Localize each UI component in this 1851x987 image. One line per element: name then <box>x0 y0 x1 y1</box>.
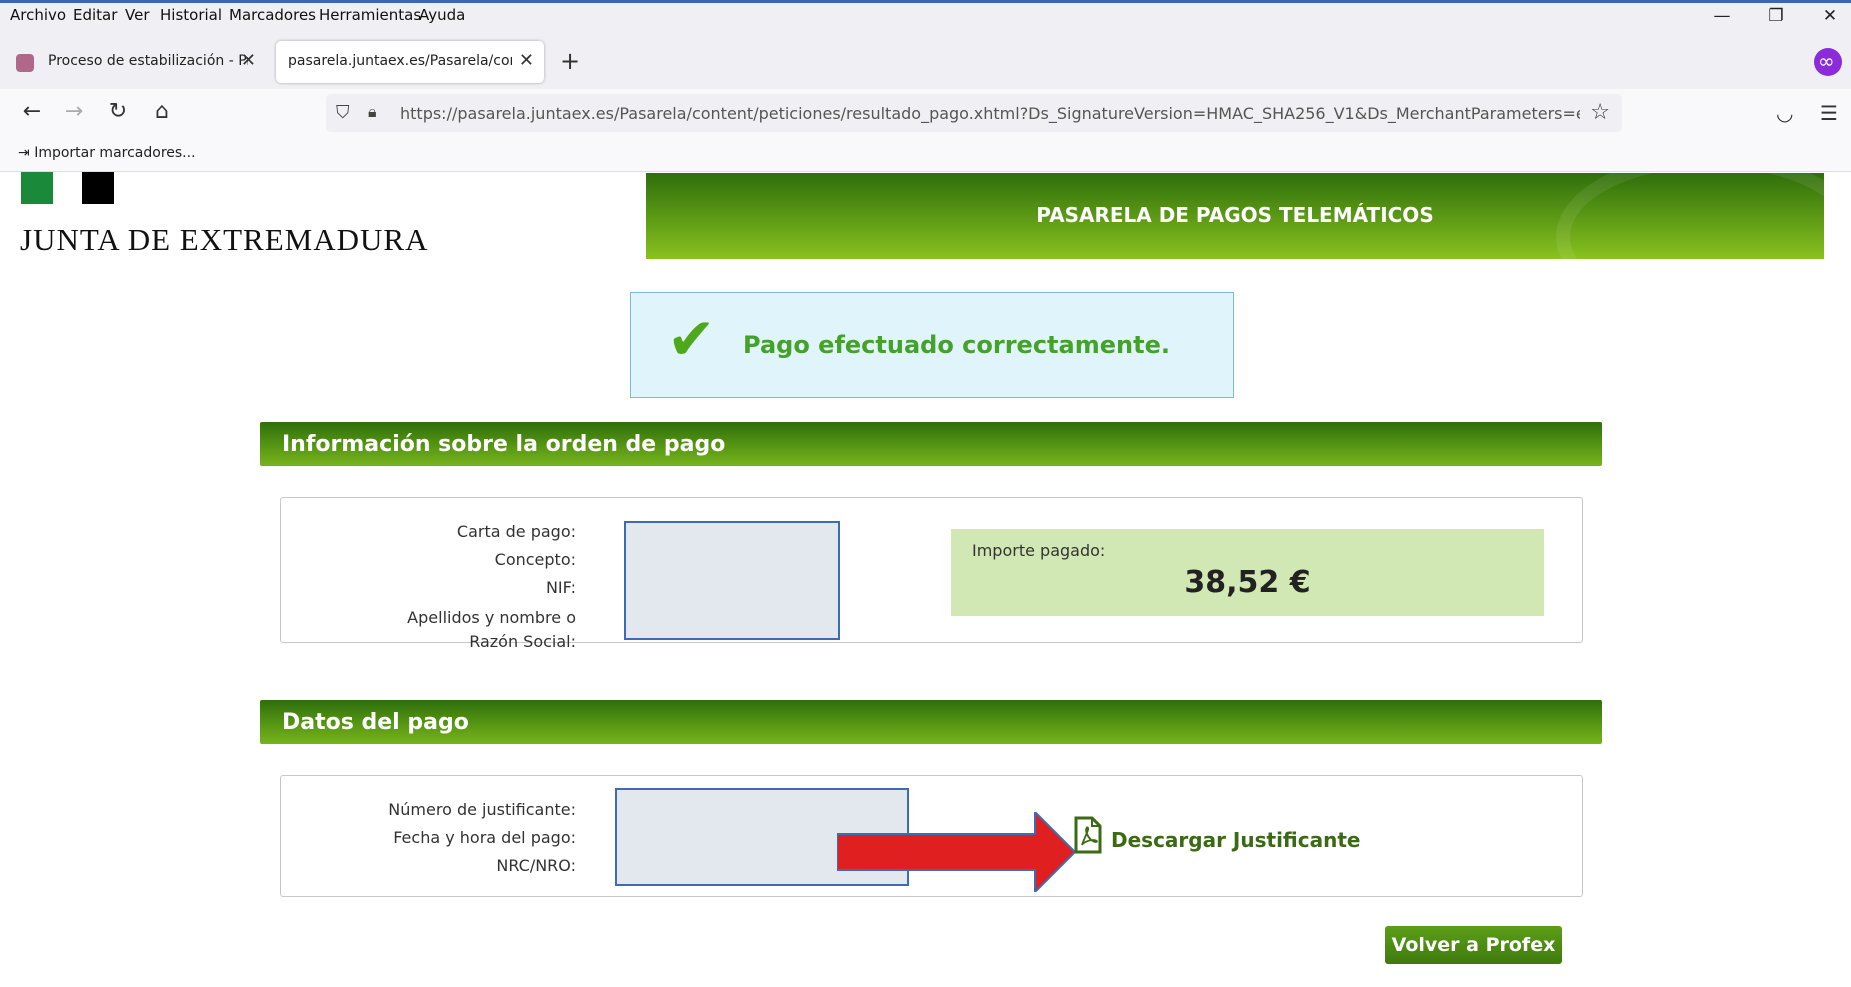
order-section-header: Información sobre la orden de pago <box>260 422 1602 466</box>
menu-ver[interactable]: Ver <box>125 6 150 24</box>
page-content: JUNTA DE EXTREMADURA PASARELA DE PAGOS T… <box>0 172 1851 987</box>
payment-section-header: Datos del pago <box>260 700 1602 744</box>
bookmarks-bar: ⇥ Importar marcadores... <box>0 137 1851 172</box>
tab-pasarela[interactable]: pasarela.juntaex.es/Pasarela/conten ✕ <box>276 41 544 83</box>
bookmark-star-icon[interactable]: ☆ <box>1590 100 1610 125</box>
banner-title: PASARELA DE PAGOS TELEMÁTICOS <box>1036 203 1434 227</box>
checkmark-icon: ✔ <box>667 305 716 373</box>
menu-marcadores[interactable]: Marcadores <box>229 6 316 24</box>
forward-arrow-icon[interactable]: → <box>58 99 90 124</box>
success-message-box: ✔ Pago efectuado correctamente. <box>630 292 1234 398</box>
concepto-label: Concepto: <box>494 550 576 569</box>
redacted-order-data <box>624 521 840 640</box>
menu-herramientas[interactable]: Herramientas <box>319 6 421 24</box>
fecha-hora-pago-label: Fecha y hora del pago: <box>393 828 576 847</box>
pocket-icon[interactable]: ◡ <box>1776 101 1793 125</box>
url-text[interactable]: https://pasarela.juntaex.es/Pasarela/con… <box>400 104 1580 123</box>
logo-green-square <box>21 172 53 204</box>
importe-value: 38,52 € <box>1184 565 1311 600</box>
import-bookmarks-label: Importar marcadores... <box>34 145 196 161</box>
menu-historial[interactable]: Historial <box>160 6 222 24</box>
home-icon[interactable]: ⌂ <box>146 99 178 124</box>
order-section-title: Información sobre la orden de pago <box>282 432 726 457</box>
private-browsing-icon[interactable] <box>1814 48 1842 76</box>
download-justificante-link[interactable]: Descargar Justificante <box>1111 828 1360 852</box>
success-message: Pago efectuado correctamente. <box>743 331 1170 359</box>
restore-icon[interactable]: ❐ <box>1756 6 1796 26</box>
menu-ayuda[interactable]: Ayuda <box>419 6 465 24</box>
importe-label: Importe pagado: <box>972 541 1106 560</box>
address-bar[interactable]: ⛉ 🔒︎ https://pasarela.juntaex.es/Pasarel… <box>326 94 1622 132</box>
shield-icon[interactable]: ⛉ <box>336 102 350 123</box>
order-info-panel: Carta de pago: Concepto: NIF: Apellidos … <box>280 497 1583 651</box>
tab-profex[interactable]: Proceso de estabilización - Prof ✕ <box>8 41 266 83</box>
tab-title: pasarela.juntaex.es/Pasarela/conten <box>288 53 512 69</box>
reload-icon[interactable]: ↻ <box>102 99 134 124</box>
nrc-nro-label: NRC/NRO: <box>496 856 576 875</box>
menu-editar[interactable]: Editar <box>73 6 117 24</box>
navigation-bar: ← → ↻ ⌂ ⛉ 🔒︎ https://pasarela.juntaex.es… <box>0 89 1851 137</box>
logo-black-square <box>82 172 114 204</box>
tab-title: Proceso de estabilización - Prof <box>48 53 248 69</box>
import-bookmarks-link[interactable]: ⇥ Importar marcadores... <box>18 145 196 161</box>
header-banner: PASARELA DE PAGOS TELEMÁTICOS <box>646 173 1824 259</box>
pdf-file-icon[interactable] <box>1073 816 1103 854</box>
menu-bar: Archivo Editar Ver Historial Marcadores … <box>0 3 1851 29</box>
payment-section-title: Datos del pago <box>282 710 469 735</box>
importe-pagado-box: Importe pagado: 38,52 € <box>951 529 1544 616</box>
close-tab-icon[interactable]: ✕ <box>519 50 534 71</box>
minimize-icon[interactable]: — <box>1702 6 1742 26</box>
tab-strip: Proceso de estabilización - Prof ✕ pasar… <box>0 29 1851 89</box>
close-tab-icon[interactable]: ✕ <box>241 50 256 71</box>
close-window-icon[interactable]: ✕ <box>1810 6 1850 26</box>
lock-icon[interactable]: 🔒︎ <box>368 102 377 122</box>
back-arrow-icon[interactable]: ← <box>16 99 48 124</box>
apellidos-label: Apellidos y nombre o Razón Social: <box>407 608 576 651</box>
profex-favicon-icon <box>16 54 34 72</box>
junta-logo-text: JUNTA DE EXTREMADURA <box>20 222 429 257</box>
carta-de-pago-label: Carta de pago: <box>456 522 576 541</box>
payment-data-panel: Número de justificante: Fecha y hora del… <box>280 775 1583 897</box>
hamburger-menu-icon[interactable]: ☰ <box>1820 101 1838 125</box>
volver-a-profex-button[interactable]: Volver a Profex <box>1385 926 1562 964</box>
nif-label: NIF: <box>545 578 576 597</box>
numero-justificante-label: Número de justificante: <box>388 800 576 819</box>
menu-archivo[interactable]: Archivo <box>10 6 66 24</box>
new-tab-plus-icon[interactable]: + <box>560 47 580 75</box>
red-arrow-annotation <box>837 812 1077 892</box>
